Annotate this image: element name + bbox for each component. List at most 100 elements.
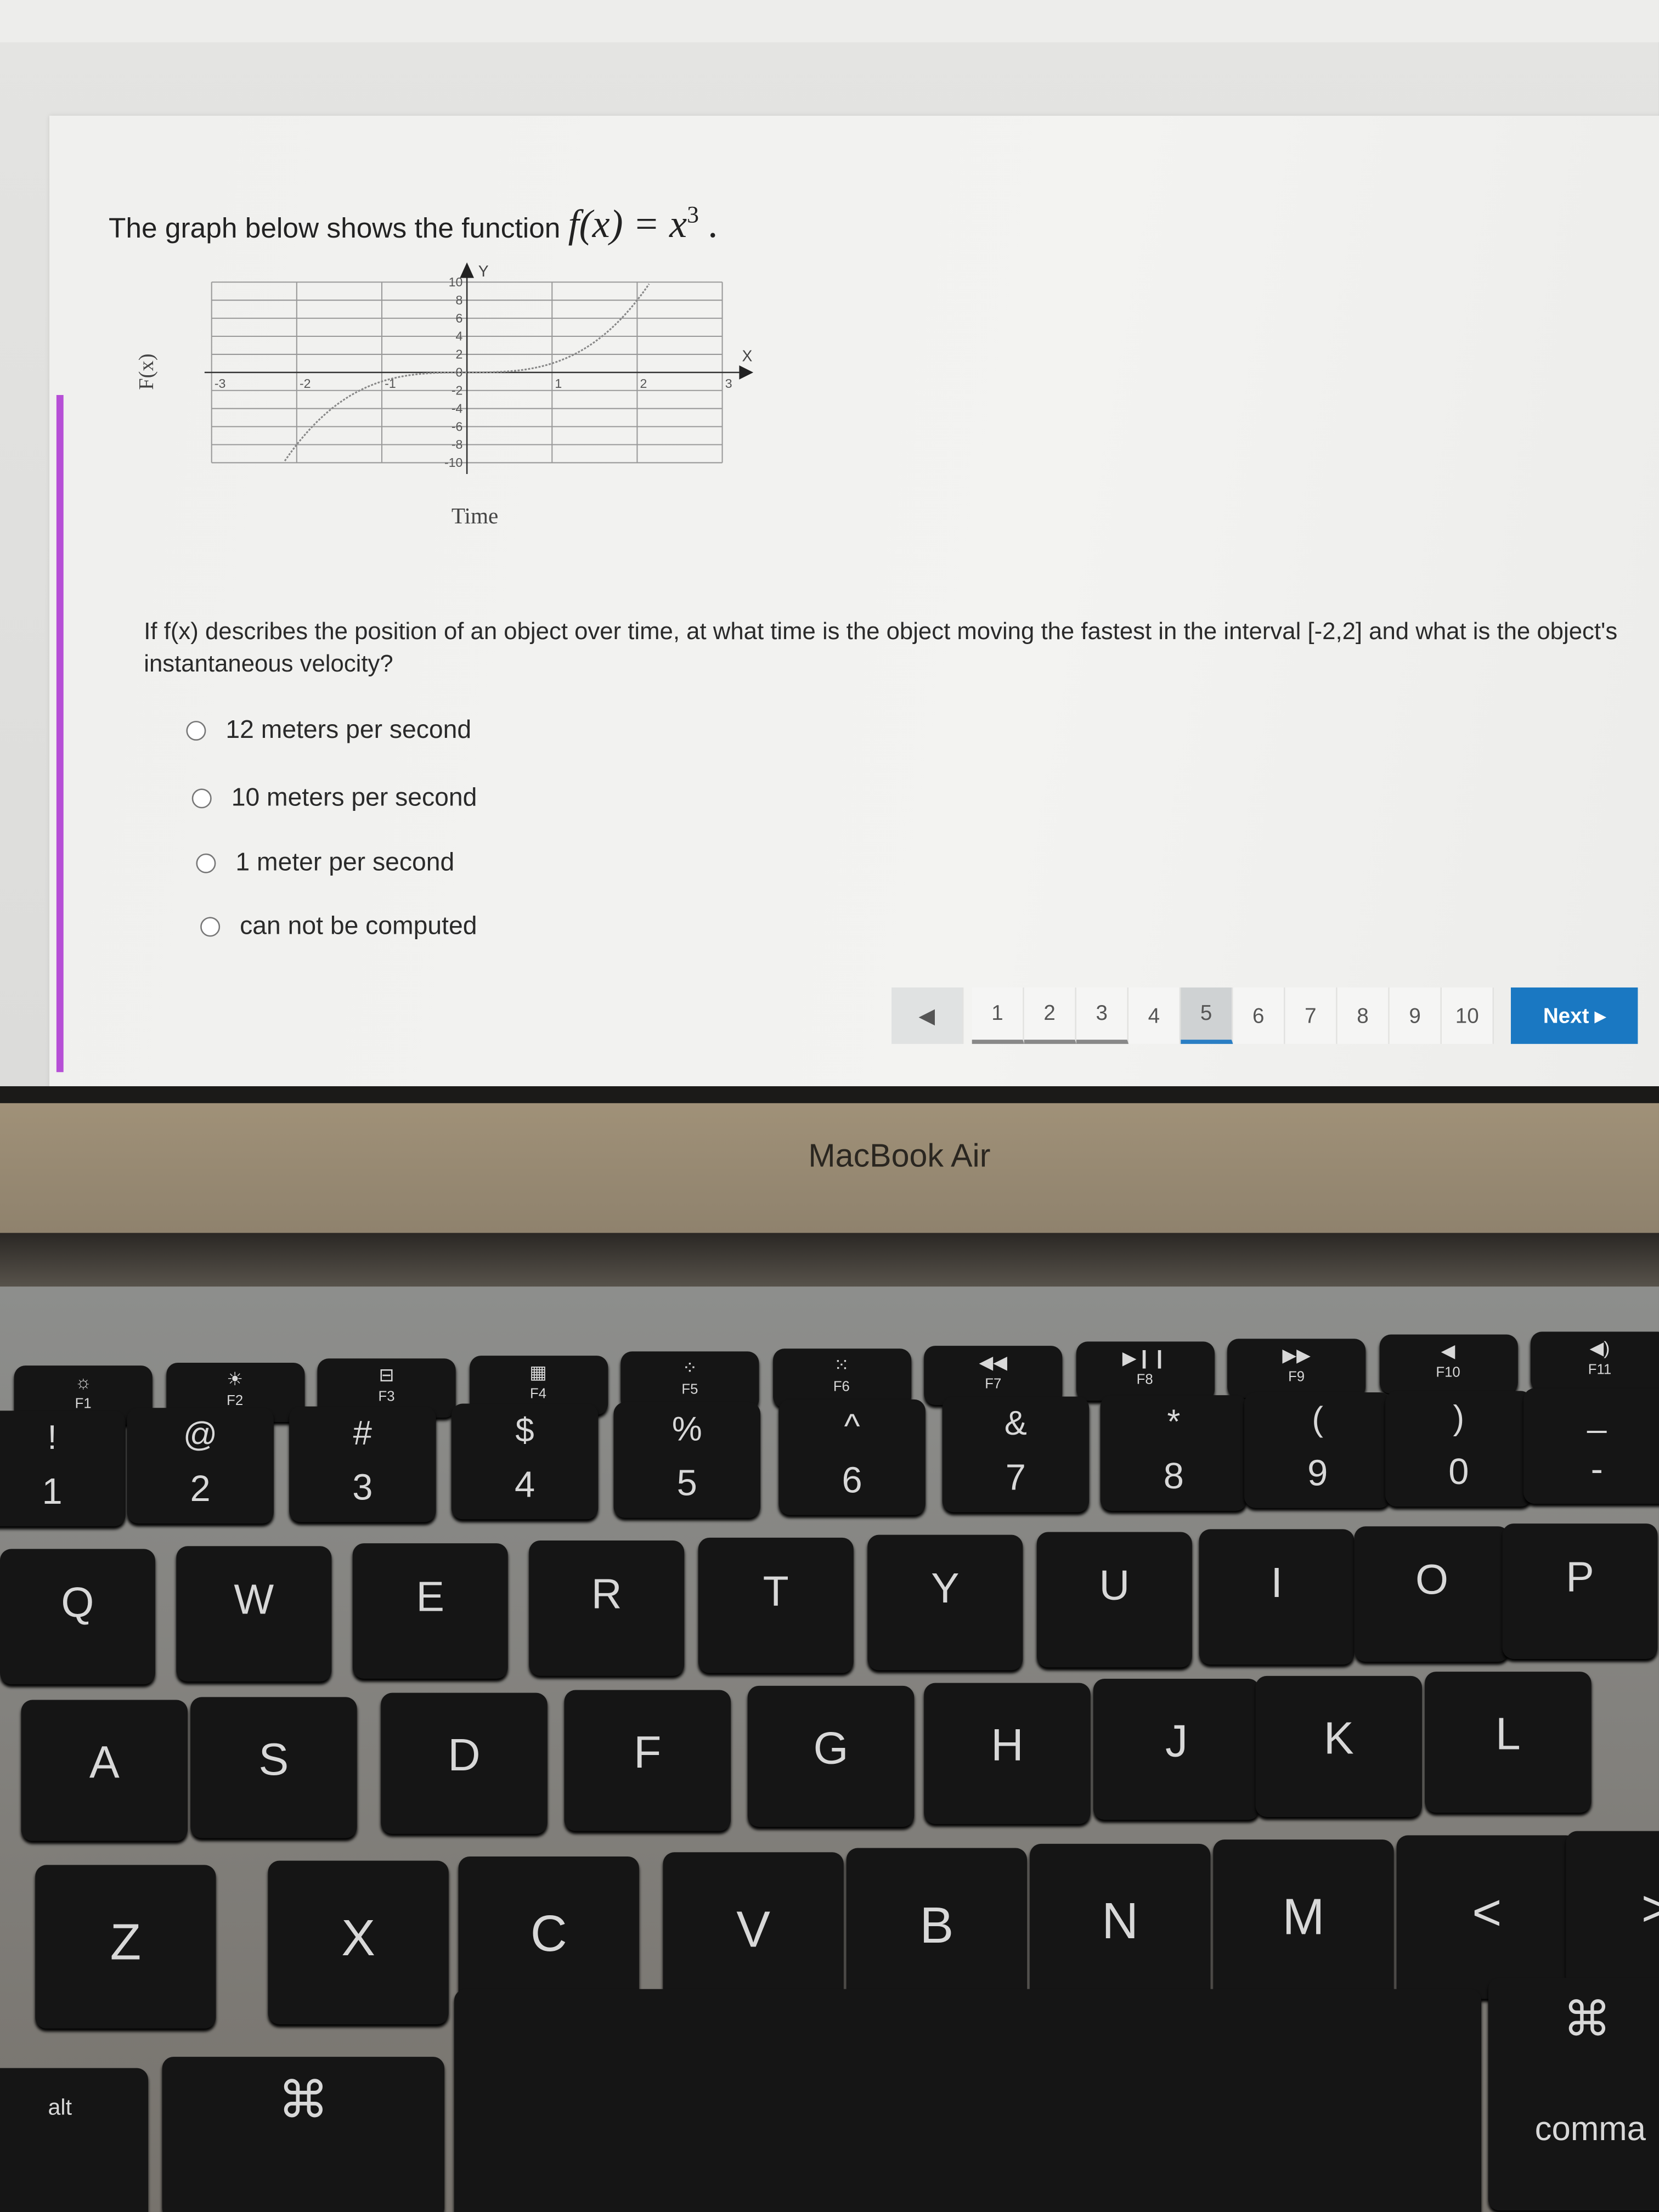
key--[interactable]: - _	[1523, 1388, 1659, 1504]
key-b[interactable]: B	[846, 1848, 1027, 2012]
key-t[interactable]: T	[698, 1537, 854, 1673]
key-r[interactable]: R	[529, 1540, 685, 1676]
key-label: T	[763, 1568, 789, 1616]
key-label: L	[1495, 1708, 1521, 1759]
radio-button[interactable]	[200, 916, 221, 936]
key-n[interactable]: N	[1030, 1843, 1211, 2008]
key-k[interactable]: K	[1255, 1675, 1422, 1816]
answer-option-3[interactable]: 1 meter per second	[196, 848, 454, 877]
key-2[interactable]: 2 @	[127, 1408, 274, 1525]
option-label: 12 meters per second	[225, 715, 472, 744]
key-h[interactable]: H	[924, 1682, 1091, 1824]
key-f8[interactable]: F8 ▶❙❙	[1075, 1341, 1214, 1401]
key-label: J	[1165, 1715, 1188, 1767]
key-label: F4	[529, 1386, 546, 1402]
key-y[interactable]: Y	[867, 1534, 1023, 1671]
key-q[interactable]: Q	[0, 1549, 155, 1685]
key-p[interactable]: P	[1502, 1523, 1658, 1659]
key-8[interactable]: 8 *	[1100, 1395, 1248, 1511]
key-e[interactable]: E	[352, 1543, 508, 1679]
key-label: W	[234, 1577, 274, 1624]
answer-option-1[interactable]: 12 meters per second	[186, 715, 471, 745]
y-tick-label: 2	[456, 347, 463, 362]
key-f7[interactable]: F7 ◀◀	[924, 1345, 1063, 1405]
page-button-4[interactable]: 4	[1128, 987, 1181, 1044]
key-i[interactable]: I	[1199, 1529, 1355, 1665]
key-d[interactable]: D	[381, 1692, 548, 1834]
radio-button[interactable]	[196, 853, 216, 873]
key-alt[interactable]: alt	[0, 2068, 148, 2212]
key-1[interactable]: 1!	[0, 1410, 126, 1527]
key-label: C	[530, 1904, 567, 1962]
key-f11[interactable]: F11 ◀)	[1530, 1331, 1659, 1391]
key-5[interactable]: 5%	[613, 1401, 760, 1517]
key-sublabel: _	[1587, 1396, 1606, 1435]
y-tick-label: 10	[449, 275, 463, 289]
key-x[interactable]: X	[268, 1860, 449, 2024]
key-s[interactable]: S	[190, 1696, 357, 1838]
key-0[interactable]: 0)	[1385, 1390, 1532, 1506]
key-period[interactable]: >	[1566, 1831, 1659, 1995]
key-command-left[interactable]: ⌘	[162, 2057, 444, 2212]
page-button-9[interactable]: 9	[1389, 987, 1442, 1044]
radio-button[interactable]	[186, 720, 206, 740]
key-sublabel: )	[1453, 1398, 1465, 1437]
key-u[interactable]: U	[1036, 1532, 1192, 1668]
key-m[interactable]: M	[1213, 1839, 1394, 2004]
key-g[interactable]: G	[747, 1685, 915, 1827]
key-6[interactable]: 6 ^	[778, 1399, 926, 1515]
y-tick-label: -6	[452, 419, 463, 433]
key-label: 7	[1005, 1456, 1026, 1499]
answer-option-4[interactable]: can not be computed	[200, 911, 477, 941]
key-sublabel: ⁘	[682, 1357, 698, 1379]
answer-option-2[interactable]: 10 meters per second	[191, 783, 477, 812]
key-label: F11	[1588, 1362, 1612, 1379]
key-4[interactable]: 4 $	[451, 1404, 599, 1520]
page-button-5[interactable]: 5	[1181, 987, 1233, 1044]
key-9[interactable]: 9(	[1244, 1392, 1391, 1509]
key-f[interactable]: F	[564, 1689, 731, 1831]
key-sublabel: ⊟	[379, 1364, 394, 1386]
page-button-3[interactable]: 3	[1076, 987, 1129, 1044]
key-sublabel: ☀	[227, 1368, 244, 1389]
key-sublabel: ◀	[1441, 1340, 1455, 1362]
x-tick-label: 3	[725, 376, 732, 391]
y-tick-label: 8	[456, 293, 463, 307]
key-7[interactable]: 7 &	[942, 1397, 1090, 1513]
next-button[interactable]: Next ▸	[1510, 987, 1638, 1044]
page-button-1[interactable]: 1	[972, 987, 1024, 1044]
page-button-6[interactable]: 6	[1233, 987, 1285, 1044]
key-a[interactable]: A	[21, 1700, 188, 1841]
radio-button[interactable]	[191, 788, 212, 808]
key-label: M	[1282, 1887, 1325, 1945]
key-label: G	[813, 1722, 849, 1774]
key-f10[interactable]: F10 ◀	[1379, 1335, 1517, 1395]
key-label: Z	[110, 1912, 142, 1971]
key-3[interactable]: 3 #	[289, 1406, 436, 1522]
key-label: 2	[190, 1468, 211, 1510]
key-z[interactable]: Z	[35, 1865, 216, 2029]
key-label: 0	[1448, 1449, 1469, 1492]
key-label: F7	[985, 1376, 1002, 1392]
key-sublabel: !	[47, 1419, 57, 1458]
key-w[interactable]: W	[176, 1546, 332, 1682]
page-button-8[interactable]: 8	[1337, 987, 1390, 1044]
key-label: X	[341, 1909, 375, 1967]
photo-stage: The graph below shows the function f(x) …	[0, 0, 1659, 2212]
key-comma[interactable]: <	[1396, 1835, 1577, 1999]
key-l[interactable]: L	[1425, 1672, 1592, 1813]
page-button-7[interactable]: 7	[1285, 987, 1338, 1044]
pagination: ◀ 1 2 3 4 5 6 7 8 9 10 Next ▸	[891, 987, 1638, 1044]
key-o[interactable]: O	[1354, 1526, 1510, 1662]
key-command-right[interactable]: ⌘	[1488, 1978, 1659, 2211]
function-formula: f(x) = x3 .	[568, 202, 719, 247]
key-f9[interactable]: F9 ▶▶	[1227, 1338, 1366, 1398]
key-j[interactable]: J	[1093, 1678, 1260, 1820]
prev-page-button[interactable]: ◀	[891, 987, 964, 1044]
page-button-10[interactable]: 10	[1441, 987, 1494, 1044]
key-space[interactable]	[454, 1989, 1481, 2212]
page-button-2[interactable]: 2	[1024, 987, 1076, 1044]
key-sublabel: ⁙	[833, 1354, 849, 1376]
key-label: 1	[42, 1470, 63, 1513]
y-axis-label: F(x)	[136, 353, 159, 390]
